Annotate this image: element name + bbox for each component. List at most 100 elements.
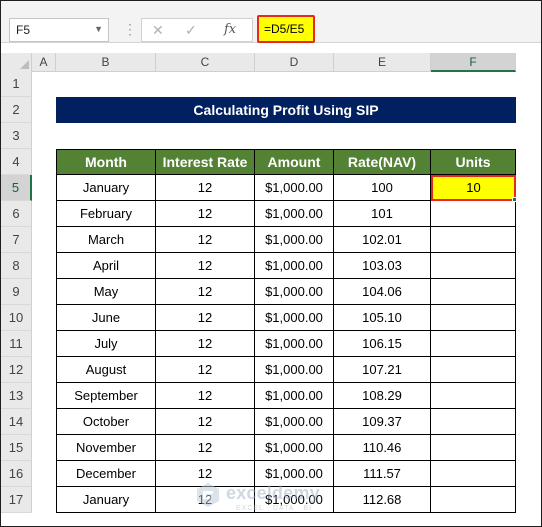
cell-rate-nav[interactable]: 103.03 [334,253,431,279]
selected-cell-f5[interactable]: 10 [431,175,516,201]
cell-month[interactable]: January [56,487,156,513]
cell-units[interactable] [431,253,516,279]
cell-amount[interactable]: $1,000.00 [255,305,334,331]
data-table: Month Interest Rate Amount Rate(NAV) Uni… [56,149,516,513]
fill-handle[interactable] [512,197,517,202]
header-interest-rate[interactable]: Interest Rate [156,149,255,175]
column-header-e[interactable]: E [334,53,431,72]
cell-amount[interactable]: $1,000.00 [255,383,334,409]
cell-interest-rate[interactable]: 12 [156,227,255,253]
column-header-d[interactable]: D [255,53,334,72]
table-header-row: Month Interest Rate Amount Rate(NAV) Uni… [56,149,516,175]
row-header-8[interactable]: 8 [1,253,32,279]
row-header-17[interactable]: 17 [1,487,32,513]
row-header-11[interactable]: 11 [1,331,32,357]
row-header-2[interactable]: 2 [1,97,32,123]
cell-month[interactable]: October [56,409,156,435]
cell-month[interactable]: December [56,461,156,487]
cell-interest-rate[interactable]: 12 [156,409,255,435]
row-header-7[interactable]: 7 [1,227,32,253]
checkmark-icon[interactable]: ✓ [185,22,197,39]
cell-amount[interactable]: $1,000.00 [255,253,334,279]
cell-amount[interactable]: $1,000.00 [255,175,334,201]
cell-rate-nav[interactable]: 104.06 [334,279,431,305]
cell-interest-rate[interactable]: 12 [156,175,255,201]
cell-month[interactable]: June [56,305,156,331]
cell-interest-rate[interactable]: 12 [156,435,255,461]
row-header-3[interactable]: 3 [1,123,32,149]
cell-amount[interactable]: $1,000.00 [255,409,334,435]
row-header-5[interactable]: 5 [1,175,32,201]
select-all-corner[interactable] [1,53,32,72]
cell-rate-nav[interactable]: 108.29 [334,383,431,409]
header-month[interactable]: Month [56,149,156,175]
cell-rate-nav[interactable]: 110.46 [334,435,431,461]
formula-bar-grip-icon: ⋮ [123,21,137,37]
cell-units[interactable] [431,201,516,227]
cell-interest-rate[interactable]: 12 [156,305,255,331]
cell-amount[interactable]: $1,000.00 [255,279,334,305]
cell-interest-rate[interactable]: 12 [156,253,255,279]
cell-rate-nav[interactable]: 109.37 [334,409,431,435]
cell-units[interactable] [431,487,516,513]
cell-amount[interactable]: $1,000.00 [255,435,334,461]
row-header-4[interactable]: 4 [1,149,32,175]
row-header-12[interactable]: 12 [1,357,32,383]
cell-units[interactable] [431,409,516,435]
cell-rate-nav[interactable]: 101 [334,201,431,227]
insert-function-icon[interactable]: fx [224,22,236,37]
cell-interest-rate[interactable]: 12 [156,383,255,409]
cell-month[interactable]: September [56,383,156,409]
row-header-16[interactable]: 16 [1,461,32,487]
cell-interest-rate[interactable]: 12 [156,279,255,305]
cell-interest-rate[interactable]: 12 [156,201,255,227]
column-header-c[interactable]: C [156,53,255,72]
cell-rate-nav[interactable]: 107.21 [334,357,431,383]
cell-month[interactable]: January [56,175,156,201]
cell-month[interactable]: August [56,357,156,383]
row-header-10[interactable]: 10 [1,305,32,331]
cell-month[interactable]: July [56,331,156,357]
cell-units[interactable] [431,227,516,253]
cell-amount[interactable]: $1,000.00 [255,227,334,253]
column-header-b[interactable]: B [56,53,156,72]
cell-month[interactable]: March [56,227,156,253]
row-header-13[interactable]: 13 [1,383,32,409]
formula-input[interactable]: =D5/E5 [257,15,315,43]
cancel-icon[interactable]: ✕ [152,22,164,39]
cell-units[interactable] [431,331,516,357]
cell-month[interactable]: May [56,279,156,305]
cell-units[interactable] [431,461,516,487]
cell-month[interactable]: February [56,201,156,227]
cell-month[interactable]: April [56,253,156,279]
cell-month[interactable]: November [56,435,156,461]
header-units[interactable]: Units [431,149,516,175]
cell-units[interactable] [431,435,516,461]
cell-amount[interactable]: $1,000.00 [255,357,334,383]
cell-rate-nav[interactable]: 106.15 [334,331,431,357]
chevron-down-icon[interactable]: ▼ [94,24,103,34]
cell-amount[interactable]: $1,000.00 [255,331,334,357]
sheet-title[interactable]: Calculating Profit Using SIP [56,97,516,123]
header-rate-nav[interactable]: Rate(NAV) [334,149,431,175]
cell-amount[interactable]: $1,000.00 [255,201,334,227]
watermark-tagline: EXCEL · DATA · BI [236,505,312,512]
cell-rate-nav[interactable]: 105.10 [334,305,431,331]
cell-units[interactable] [431,305,516,331]
header-amount[interactable]: Amount [255,149,334,175]
cell-interest-rate[interactable]: 12 [156,357,255,383]
cell-units[interactable] [431,279,516,305]
cell-units[interactable] [431,383,516,409]
row-header-1[interactable]: 1 [1,71,32,97]
name-box[interactable]: F5 ▼ [9,18,109,42]
row-header-14[interactable]: 14 [1,409,32,435]
cell-units[interactable] [431,357,516,383]
cell-rate-nav[interactable]: 102.01 [334,227,431,253]
cell-rate-nav[interactable]: 100 [334,175,431,201]
cell-interest-rate[interactable]: 12 [156,331,255,357]
row-header-6[interactable]: 6 [1,201,32,227]
row-header-9[interactable]: 9 [1,279,32,305]
row-header-15[interactable]: 15 [1,435,32,461]
column-header-f[interactable]: F [431,53,516,72]
column-header-a[interactable]: A [32,53,56,72]
